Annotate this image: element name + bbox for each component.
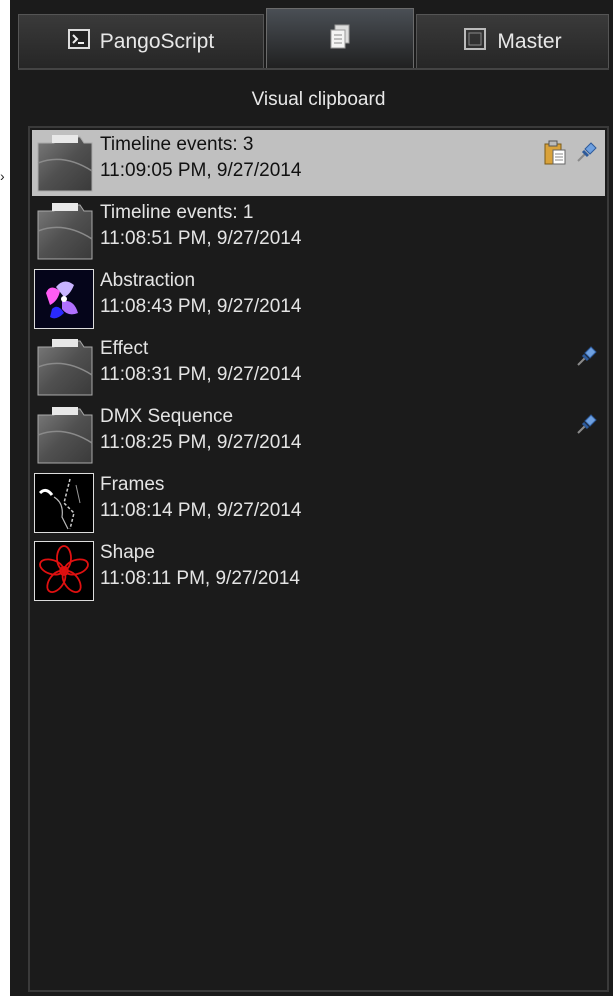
- tab-master[interactable]: Master: [416, 14, 609, 68]
- clipboard-item-timestamp: 11:09:05 PM, 9/27/2014: [100, 160, 302, 181]
- clipboard-list[interactable]: Timeline events: 3 11:09:05 PM, 9/27/2014…: [28, 126, 609, 992]
- clipboard-item-title: Abstraction: [100, 270, 196, 291]
- clipboard-item-timestamp: 11:08:43 PM, 9/27/2014: [100, 296, 302, 317]
- clipboard-item-title: Frames: [100, 474, 165, 495]
- folder-icon: [34, 405, 94, 465]
- clipboard-item-timestamp: 11:08:25 PM, 9/27/2014: [100, 432, 302, 453]
- clipboard-item-title: Timeline events: 3: [100, 134, 254, 155]
- tab-visual-clipboard[interactable]: [266, 8, 414, 70]
- shape-thumbnail: [34, 541, 94, 601]
- paste-icon[interactable]: [543, 140, 567, 165]
- pin-icon[interactable]: [575, 412, 599, 436]
- clipboard-item-text: Abstraction 11:08:43 PM, 9/27/2014: [100, 268, 301, 320]
- clipboard-item-text: Effect 11:08:31 PM, 9/27/2014: [100, 336, 301, 388]
- clipboard-item-title: DMX Sequence: [100, 406, 234, 427]
- square-icon: [463, 27, 487, 57]
- tab-pangoscript-label: PangoScript: [99, 29, 215, 53]
- clipboard-item-title: Timeline events: 1: [100, 202, 254, 223]
- tab-master-label: Master: [497, 29, 562, 53]
- clipboard-item[interactable]: Timeline events: 3 11:09:05 PM, 9/27/2014: [32, 130, 605, 196]
- frames-thumbnail: [34, 473, 94, 533]
- visual-clipboard-panel: PangoScript Master Visual clipboard Time…: [10, 0, 613, 996]
- edge-mark: ›: [0, 168, 5, 184]
- folder-icon: [34, 133, 94, 193]
- terminal-icon: [67, 28, 90, 55]
- tab-divider: [18, 68, 609, 70]
- panel-title: Visual clipboard: [251, 89, 386, 110]
- clipboard-item[interactable]: Frames 11:08:14 PM, 9/27/2014: [32, 470, 605, 536]
- abstraction-thumbnail: [34, 269, 94, 329]
- clipboard-item-timestamp: 11:08:11 PM, 9/27/2014: [100, 568, 301, 589]
- clipboard-item[interactable]: Shape 11:08:11 PM, 9/27/2014: [32, 538, 605, 604]
- clipboard-item[interactable]: Effect 11:08:31 PM, 9/27/2014: [32, 334, 605, 400]
- clipboard-item-timestamp: 11:08:51 PM, 9/27/2014: [100, 228, 302, 249]
- tab-pangoscript[interactable]: PangoScript: [18, 14, 264, 68]
- clipboard-item-timestamp: 11:08:14 PM, 9/27/2014: [100, 500, 302, 521]
- pin-icon[interactable]: [575, 140, 599, 164]
- clipboard-item-text: DMX Sequence 11:08:25 PM, 9/27/2014: [100, 404, 301, 456]
- clipboard-item[interactable]: Timeline events: 1 11:08:51 PM, 9/27/2014: [32, 198, 605, 264]
- clipboard-item-text: Timeline events: 3 11:09:05 PM, 9/27/2014: [100, 132, 301, 184]
- clipboard-item-timestamp: 11:08:31 PM, 9/27/2014: [100, 364, 302, 385]
- tab-bar: PangoScript Master: [10, 0, 613, 72]
- clipboard-pages-icon: [329, 24, 351, 56]
- pin-icon[interactable]: [575, 344, 599, 368]
- clipboard-item-text: Frames 11:08:14 PM, 9/27/2014: [100, 472, 301, 524]
- clipboard-item-title: Effect: [100, 338, 149, 359]
- folder-icon: [34, 337, 94, 397]
- clipboard-item-title: Shape: [100, 542, 155, 563]
- clipboard-item[interactable]: DMX Sequence 11:08:25 PM, 9/27/2014: [32, 402, 605, 468]
- clipboard-item-text: Timeline events: 1 11:08:51 PM, 9/27/2014: [100, 200, 301, 252]
- folder-icon: [34, 201, 94, 261]
- clipboard-item-text: Shape 11:08:11 PM, 9/27/2014: [100, 540, 300, 592]
- clipboard-item[interactable]: Abstraction 11:08:43 PM, 9/27/2014: [32, 266, 605, 332]
